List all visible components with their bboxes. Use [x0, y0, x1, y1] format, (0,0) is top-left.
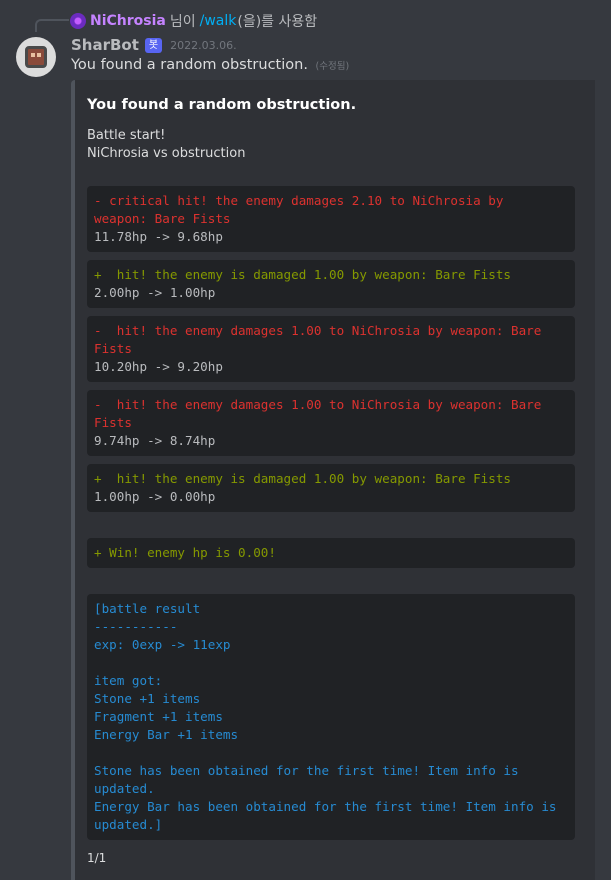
code-line: Fists: [94, 415, 132, 430]
code-line: Fists: [94, 341, 132, 356]
code-line: - hit! the enemy damages 1.00 to NiChros…: [94, 323, 542, 338]
embed-footer-page: 1/1: [87, 851, 107, 865]
reply-text: 님이: [169, 14, 196, 30]
message-content: You found a random obstruction. (수정됨): [71, 57, 349, 73]
battle-log-block: - hit! the enemy damages 1.00 to NiChros…: [87, 390, 575, 456]
reply-text-suffix: (을)를 사용함: [237, 14, 318, 30]
code-line: 1.00hp -> 0.00hp: [94, 489, 216, 504]
battle-log-block: + hit! the enemy is damaged 1.00 by weap…: [87, 464, 575, 512]
embed: You found a random obstruction. Battle s…: [71, 80, 595, 880]
embed-description: Battle start! NiChrosia vs obstruction: [87, 127, 245, 163]
robot-icon: [25, 46, 47, 68]
bot-avatar[interactable]: [16, 37, 56, 77]
code-line: 9.74hp -> 8.74hp: [94, 433, 216, 448]
battle-log-block: - critical hit! the enemy damages 2.10 t…: [87, 186, 575, 252]
code-line: - critical hit! the enemy damages 2.10 t…: [94, 193, 504, 208]
reply-spine: [35, 19, 69, 32]
message-text: You found a random obstruction.: [71, 57, 308, 73]
message-header: SharBot 봇 2022.03.06.: [71, 35, 237, 55]
code-line: - hit! the enemy damages 1.00 to NiChros…: [94, 397, 542, 412]
win-block: + Win! enemy hp is 0.00!: [87, 538, 575, 568]
reply-reference[interactable]: NiChrosia 님이 /walk (을)를 사용함: [70, 11, 317, 31]
battle-log-block: + hit! the enemy is damaged 1.00 by weap…: [87, 260, 575, 308]
battle-log-block: - hit! the enemy damages 1.00 to NiChros…: [87, 316, 575, 382]
code-line: updated.]: [94, 817, 163, 832]
embed-title: You found a random obstruction.: [87, 97, 357, 113]
code-line: Fragment +1 items: [94, 709, 223, 724]
code-line: 2.00hp -> 1.00hp: [94, 285, 216, 300]
embed-desc-line: Battle start!: [87, 128, 166, 143]
code-line: 11.78hp -> 9.68hp: [94, 229, 223, 244]
reply-command[interactable]: /walk: [200, 13, 237, 29]
battle-result-block: [battle result ----------- exp: 0exp -> 11…: [87, 594, 575, 840]
code-line: + Win! enemy hp is 0.00!: [94, 545, 276, 560]
code-line: exp: 0exp -> 11exp: [94, 637, 231, 652]
edited-label: (수정됨): [315, 61, 350, 72]
embed-desc-line: NiChrosia vs obstruction: [87, 146, 246, 161]
code-line: [battle result: [94, 601, 201, 616]
code-line: weapon: Bare Fists: [94, 211, 231, 226]
code-line: item got:: [94, 673, 163, 688]
code-line: Stone has been obtained for the first ti…: [94, 763, 519, 778]
code-line: 10.20hp -> 9.20hp: [94, 359, 223, 374]
code-line: updated.: [94, 781, 155, 796]
message-timestamp: 2022.03.06.: [170, 38, 237, 52]
code-line: + hit! the enemy is damaged 1.00 by weap…: [94, 471, 512, 486]
code-line: -----------: [94, 619, 178, 634]
code-line: Energy Bar +1 items: [94, 727, 239, 742]
reply-user-avatar[interactable]: [70, 13, 86, 29]
bot-badge: 봇: [144, 37, 163, 53]
reply-username[interactable]: NiChrosia: [90, 13, 166, 29]
author-name[interactable]: SharBot: [71, 36, 139, 54]
code-line: Stone +1 items: [94, 691, 201, 706]
code-line: Energy Bar has been obtained for the fir…: [94, 799, 557, 814]
code-line: + hit! the enemy is damaged 1.00 by weap…: [94, 267, 512, 282]
